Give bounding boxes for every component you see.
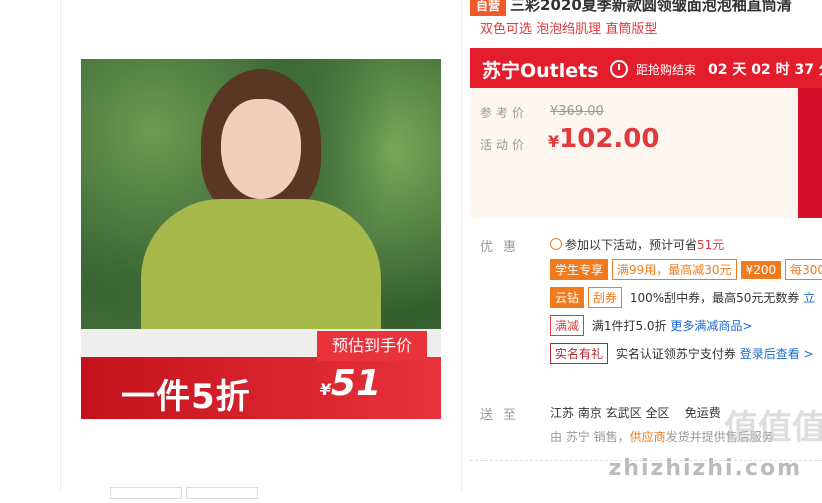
estimated-price: ¥51 bbox=[319, 363, 381, 404]
discount-banner: 预估到手价 一件5折 ¥51 bbox=[81, 331, 441, 419]
student-coupon-row: 学生专享满99用，最高减30元¥200每300用5 bbox=[550, 259, 822, 280]
active-price: ¥102.00 bbox=[548, 124, 660, 154]
outlets-countdown-bar: 苏宁Outlets 距抢购结束 02 天 02 时 37 分 bbox=[470, 48, 822, 88]
login-view-link[interactable]: 登录后查看 > bbox=[740, 347, 814, 361]
yunzuan-link[interactable]: 立 bbox=[803, 291, 815, 305]
offers-summary: 参加以下活动，预计可省51元 bbox=[550, 236, 724, 253]
clock-icon bbox=[610, 60, 628, 78]
ref-price: ¥369.00 bbox=[550, 104, 604, 119]
product-subtitle: 双色可选 泡泡绉肌理 直筒版型 bbox=[480, 22, 658, 37]
offers-label: 优惠 bbox=[480, 240, 527, 255]
model-face bbox=[221, 99, 301, 199]
yunzuan-row: 云钻 刮券 100%刮中券，最高50元无数券 立 bbox=[550, 287, 815, 308]
product-main-image[interactable]: 预估到手价 一件5折 ¥51 bbox=[81, 59, 441, 419]
outlets-logo: 苏宁Outlets bbox=[482, 60, 599, 82]
promo-side-banner[interactable] bbox=[798, 88, 822, 218]
more-manjian-link[interactable]: 更多满减商品> bbox=[670, 319, 752, 333]
product-title: 自营 三彩2020夏季新款圆领皱面泡泡袖直筒清 bbox=[470, 0, 822, 16]
delivery-label: 送至 bbox=[480, 408, 527, 423]
smile-icon bbox=[550, 238, 562, 250]
manjian-badge: 满减 bbox=[550, 315, 585, 336]
discount-text: 一件5折 bbox=[121, 377, 251, 417]
student-coupon[interactable]: 满99用，最高减30元 bbox=[612, 259, 737, 280]
price-panel: 参考价 ¥369.00 活动价 ¥102.00 bbox=[470, 88, 822, 218]
student-badge: 学生专享 bbox=[550, 259, 609, 280]
yunzuan-badge: 云钻 bbox=[550, 287, 585, 308]
bottom-tabs bbox=[110, 484, 262, 503]
guazuan-badge: 刮券 bbox=[588, 287, 623, 308]
ref-price-label: 参考价 bbox=[480, 106, 529, 120]
realname-row: 实名有礼 实名认证领苏宁支付券 登录后查看 > bbox=[550, 343, 814, 364]
tab-placeholder[interactable] bbox=[110, 487, 182, 499]
watermark-logo: 值值值 bbox=[724, 408, 822, 448]
realname-badge: 实名有礼 bbox=[550, 343, 609, 364]
self-operated-badge: 自营 bbox=[470, 0, 507, 16]
active-price-label: 活动价 bbox=[480, 138, 529, 152]
delivery-location[interactable]: 江苏 南京 玄武区 全区 免运费 bbox=[550, 404, 721, 421]
countdown-label: 距抢购结束 bbox=[636, 63, 697, 77]
shipping-fee: 免运费 bbox=[684, 406, 721, 420]
watermark-text: zhizhizhi.com bbox=[608, 456, 802, 481]
coupon-200-text[interactable]: 每300用5 bbox=[785, 259, 822, 280]
estimate-label: 预估到手价 bbox=[317, 331, 427, 361]
coupon-200[interactable]: ¥200 bbox=[740, 261, 782, 279]
countdown-timer: 02 天 02 时 37 分 bbox=[708, 62, 822, 78]
tab-placeholder[interactable] bbox=[186, 487, 258, 499]
manjian-row: 满减 满1件打5.0折 更多满减商品> bbox=[550, 315, 752, 336]
